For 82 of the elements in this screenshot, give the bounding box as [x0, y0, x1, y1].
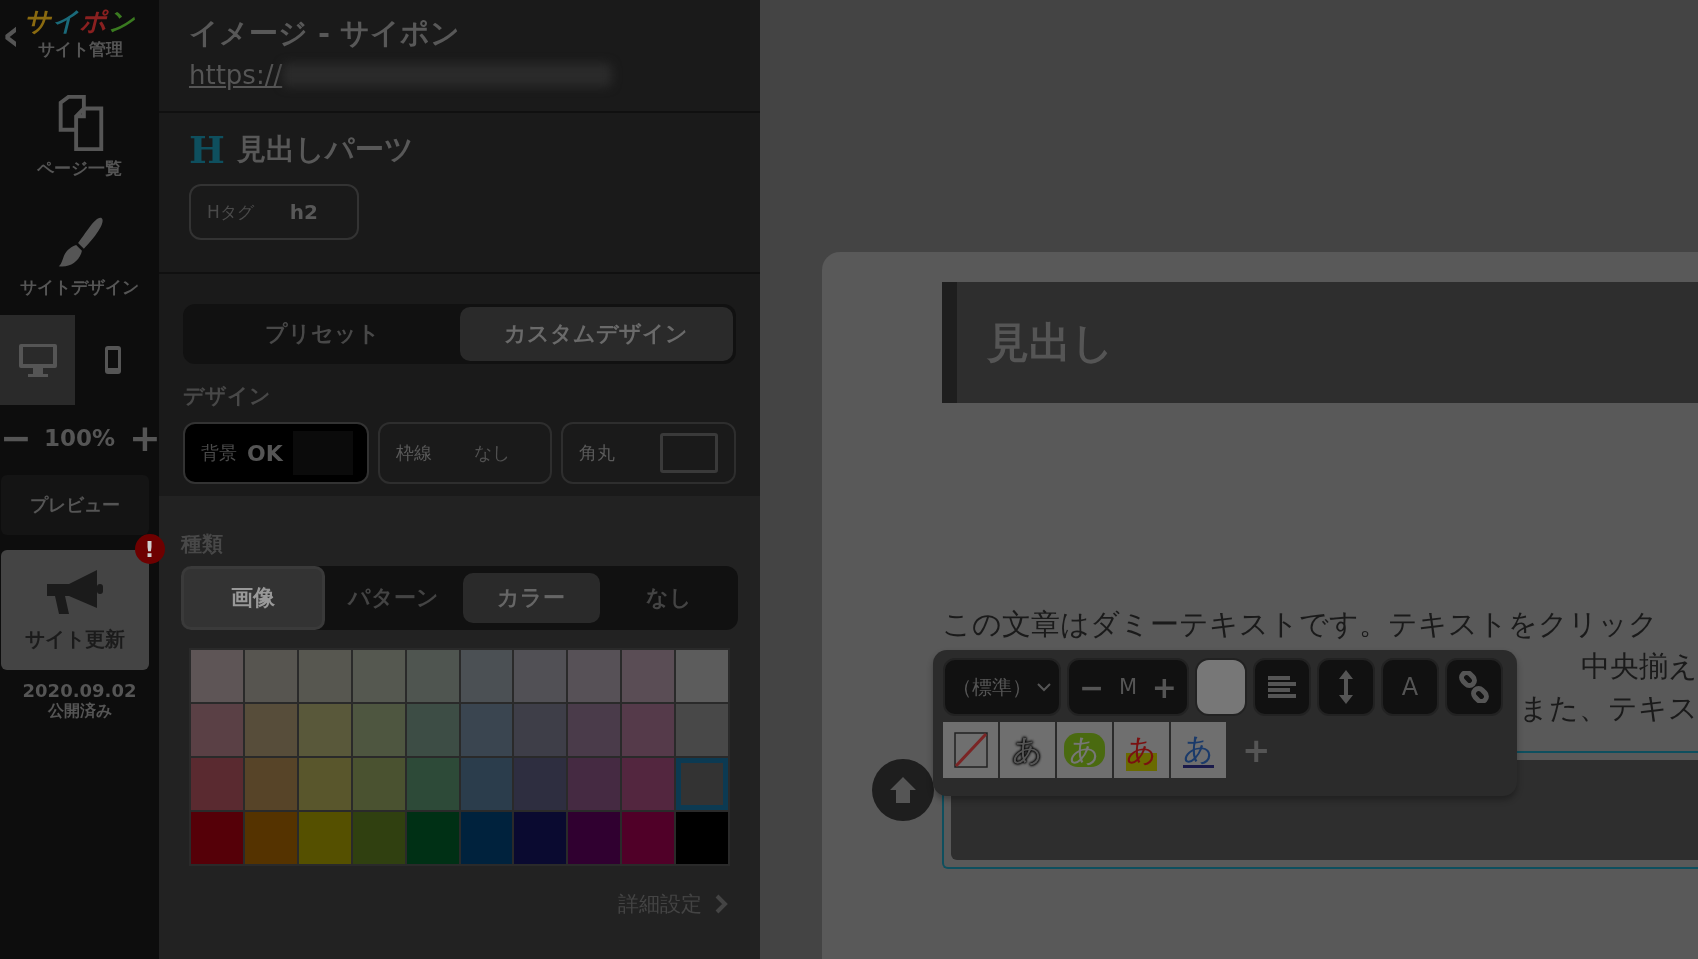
color-swatch[interactable] — [244, 704, 297, 756]
font-dropdown[interactable]: （標準） — [943, 658, 1061, 716]
align-left-icon — [1267, 675, 1297, 699]
chevron-right-icon — [714, 894, 728, 914]
heading-icon: H — [189, 127, 225, 172]
smartphone-icon — [103, 345, 122, 375]
link-button[interactable] — [1445, 658, 1503, 716]
color-swatch[interactable] — [191, 650, 243, 702]
line-height-button[interactable] — [1317, 658, 1375, 716]
size-decrease-button[interactable]: − — [1079, 669, 1105, 705]
nav-item[interactable]: サイトデザイン — [20, 214, 139, 299]
underline-style-button[interactable]: あ — [1171, 722, 1226, 778]
color-swatch[interactable] — [514, 812, 567, 864]
link-icon — [1458, 671, 1490, 703]
color-swatch[interactable] — [352, 650, 405, 702]
color-swatch[interactable] — [460, 704, 513, 756]
monitor-icon — [17, 342, 58, 378]
publish-date: 2020.09.02 — [22, 680, 137, 701]
color-swatch[interactable] — [352, 704, 405, 756]
color-swatch[interactable] — [514, 758, 567, 810]
color-swatch[interactable] — [460, 758, 513, 810]
preview-button[interactable]: プレビュー — [0, 475, 149, 535]
color-swatch[interactable] — [352, 812, 405, 864]
color-swatch[interactable] — [568, 704, 621, 756]
color-swatch[interactable] — [568, 650, 621, 702]
chevron-down-icon — [1036, 682, 1052, 692]
color-swatch[interactable] — [406, 812, 459, 864]
color-swatch[interactable] — [191, 812, 243, 864]
color-swatch[interactable] — [676, 758, 728, 810]
color-swatch[interactable] — [298, 812, 351, 864]
color-swatch[interactable] — [622, 812, 675, 864]
color-swatch[interactable] — [460, 812, 513, 864]
type-tab[interactable]: 画像 — [181, 566, 325, 630]
background-option[interactable]: 背景 OK — [183, 422, 369, 484]
nav-item[interactable]: ページ一覧 — [37, 95, 122, 180]
text-color-button[interactable] — [1195, 658, 1247, 716]
back-button[interactable]: ‹ — [0, 12, 26, 57]
size-increase-button[interactable]: + — [1151, 669, 1177, 705]
color-swatch[interactable] — [244, 650, 297, 702]
color-swatch[interactable] — [568, 758, 621, 810]
page-url-link[interactable]: https:// — [189, 60, 283, 90]
color-swatch[interactable] — [676, 650, 728, 702]
mode-tab[interactable]: カスタムデザイン — [459, 307, 733, 361]
color-swatch[interactable] — [622, 650, 675, 702]
badge-style-button[interactable]: あ — [1057, 722, 1112, 778]
color-swatch[interactable] — [568, 812, 621, 864]
color-swatch[interactable] — [298, 758, 351, 810]
color-swatch[interactable] — [514, 650, 567, 702]
add-style-button[interactable]: + — [1242, 730, 1271, 770]
color-swatch[interactable] — [676, 812, 728, 864]
desktop-view-button[interactable] — [0, 315, 75, 405]
color-swatch[interactable] — [298, 650, 351, 702]
color-swatch[interactable] — [406, 758, 459, 810]
part-title: 見出しパーツ — [236, 130, 414, 168]
color-swatch[interactable] — [298, 704, 351, 756]
color-swatch[interactable] — [406, 704, 459, 756]
font-size-value: M — [1118, 675, 1138, 699]
outline-style-button[interactable]: あ — [1000, 722, 1055, 778]
color-swatch[interactable] — [676, 704, 728, 756]
color-swatch[interactable] — [244, 758, 297, 810]
color-swatch[interactable] — [514, 704, 567, 756]
site-admin-label: サイト管理 — [37, 38, 123, 61]
color-swatch[interactable] — [244, 812, 297, 864]
no-style-button[interactable] — [943, 722, 998, 778]
color-swatch[interactable] — [406, 650, 459, 702]
publish-status: 公開済み — [47, 701, 112, 722]
text-style-button[interactable]: A — [1381, 658, 1439, 716]
color-swatch[interactable] — [191, 704, 243, 756]
corner-option[interactable]: 角丸 — [561, 422, 736, 484]
vertical-arrows-icon — [1338, 669, 1354, 705]
zoom-in-button[interactable]: + — [129, 419, 159, 457]
type-tab[interactable]: カラー — [462, 573, 601, 623]
zoom-out-button[interactable]: − — [0, 419, 30, 457]
color-swatch[interactable] — [622, 758, 675, 810]
zoom-level: 100% — [43, 425, 116, 451]
color-swatch[interactable] — [191, 758, 243, 810]
logo: サイポン — [24, 8, 136, 34]
color-swatch[interactable] — [622, 704, 675, 756]
color-swatch[interactable] — [352, 758, 405, 810]
page-title: イメージ - サイポン — [189, 15, 462, 52]
align-left-button[interactable] — [1253, 658, 1311, 716]
color-swatch[interactable] — [460, 650, 513, 702]
